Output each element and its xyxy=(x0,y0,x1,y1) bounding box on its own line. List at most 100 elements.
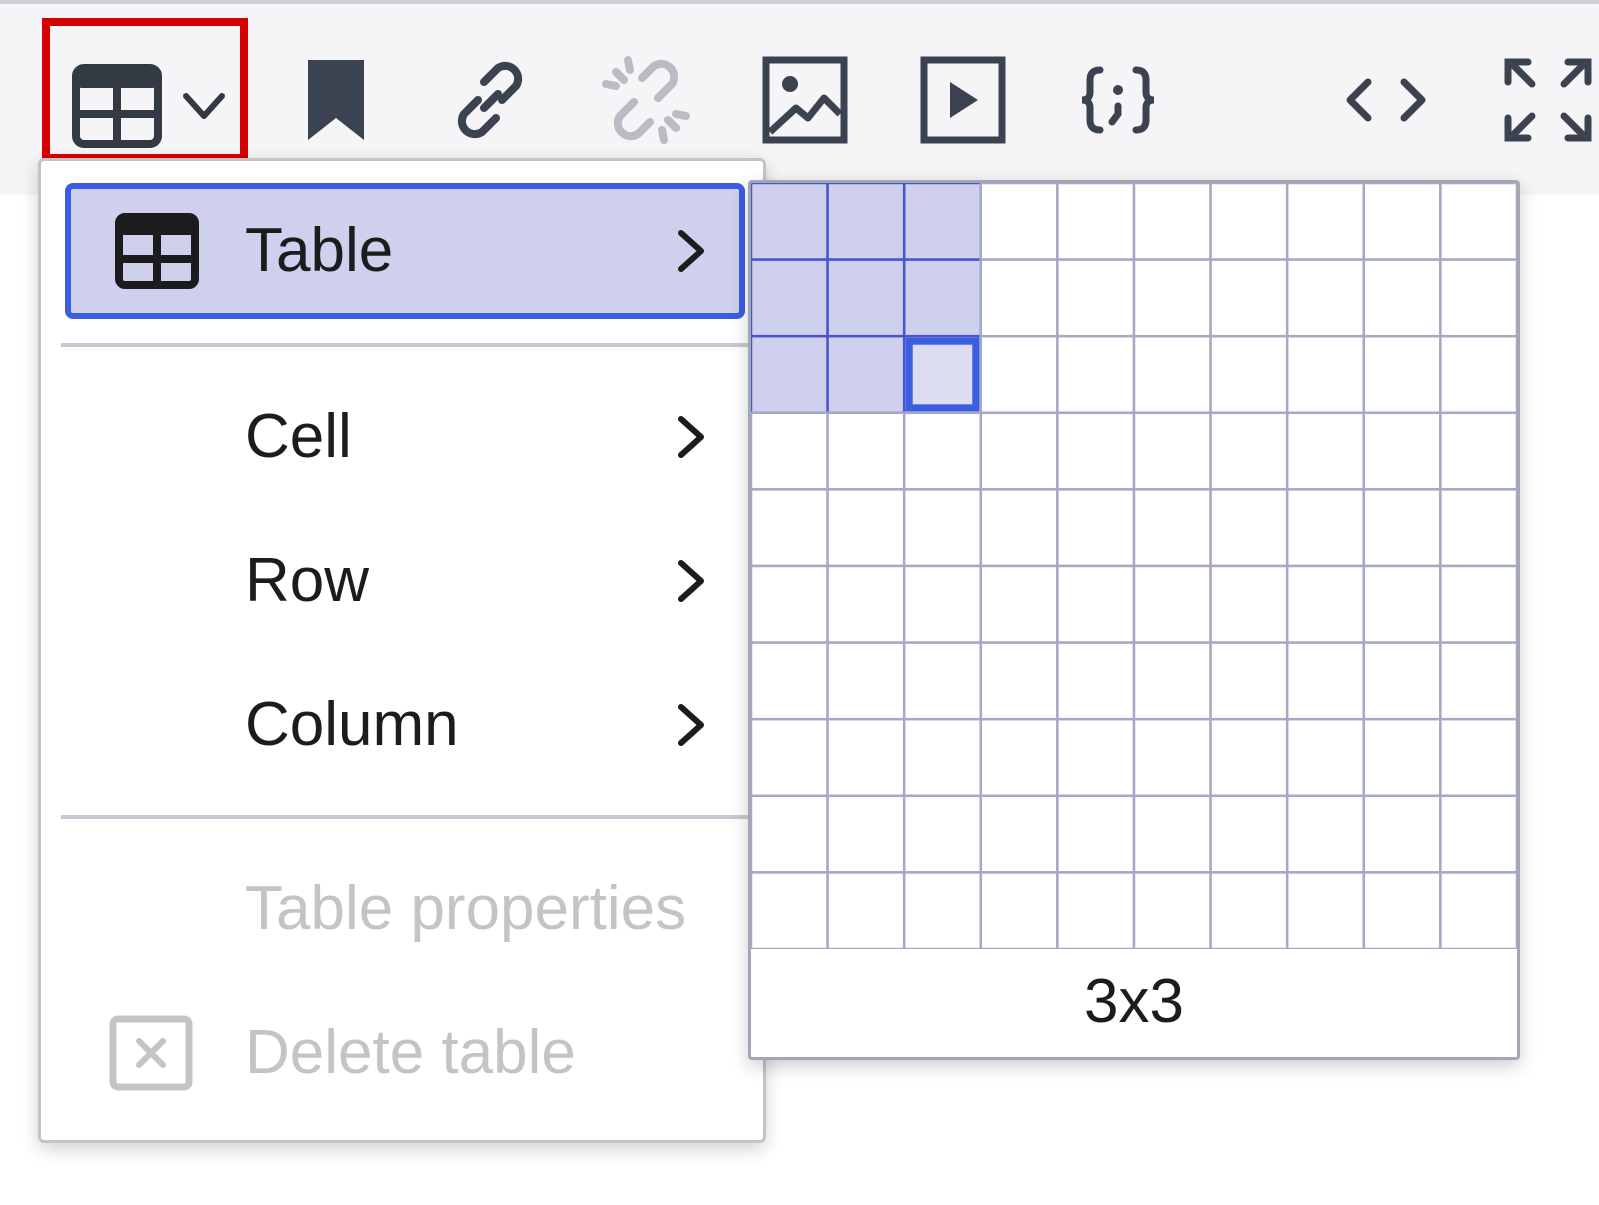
grid-cell[interactable] xyxy=(902,411,983,491)
media-button[interactable] xyxy=(914,52,1010,148)
grid-cell[interactable] xyxy=(979,641,1059,721)
grid-cell[interactable] xyxy=(902,183,983,261)
grid-cell[interactable] xyxy=(1362,334,1442,415)
code-sample-button[interactable] xyxy=(1070,52,1166,148)
grid-cell[interactable] xyxy=(751,411,829,491)
grid-cell[interactable] xyxy=(1209,794,1289,874)
menu-item-delete-table[interactable]: Delete table xyxy=(65,985,745,1121)
grid-cell[interactable] xyxy=(1439,717,1517,798)
grid-cell[interactable] xyxy=(902,641,983,721)
grid-cell[interactable] xyxy=(979,717,1059,798)
grid-cell[interactable] xyxy=(979,183,1059,261)
grid-cell[interactable] xyxy=(751,871,829,949)
grid-cell[interactable] xyxy=(1209,258,1289,338)
grid-cell[interactable] xyxy=(1439,258,1517,338)
grid-cell[interactable] xyxy=(1056,564,1136,644)
table-size-grid[interactable] xyxy=(751,183,1517,949)
grid-cell[interactable] xyxy=(1362,871,1442,949)
grid-cell[interactable] xyxy=(1132,183,1212,261)
grid-cell[interactable] xyxy=(826,334,906,415)
grid-cell[interactable] xyxy=(902,488,983,568)
menu-item-table-properties[interactable]: Table properties xyxy=(65,841,745,977)
grid-cell[interactable] xyxy=(979,794,1059,874)
grid-cell[interactable] xyxy=(751,183,829,261)
grid-cell[interactable] xyxy=(1285,794,1366,874)
grid-cell[interactable] xyxy=(826,717,906,798)
menu-item-row[interactable]: Row xyxy=(65,513,745,649)
grid-cell[interactable] xyxy=(1362,564,1442,644)
grid-cell[interactable] xyxy=(1439,488,1517,568)
grid-cell[interactable] xyxy=(1056,871,1136,949)
grid-cell[interactable] xyxy=(1362,488,1442,568)
bookmark-button[interactable] xyxy=(288,52,384,148)
grid-cell[interactable] xyxy=(1132,794,1212,874)
unlink-button[interactable] xyxy=(598,52,694,148)
grid-cell[interactable] xyxy=(1362,183,1442,261)
grid-cell[interactable] xyxy=(1132,871,1212,949)
grid-cell[interactable] xyxy=(1362,794,1442,874)
grid-cell[interactable] xyxy=(1132,564,1212,644)
grid-cell[interactable] xyxy=(1285,717,1366,798)
grid-cell[interactable] xyxy=(1285,641,1366,721)
grid-cell[interactable] xyxy=(979,258,1059,338)
grid-cell[interactable] xyxy=(1056,334,1136,415)
grid-cell[interactable] xyxy=(826,794,906,874)
grid-cell[interactable] xyxy=(1056,717,1136,798)
menu-item-cell[interactable]: Cell xyxy=(65,369,745,505)
grid-cell[interactable] xyxy=(1209,183,1289,261)
grid-cell-focused[interactable] xyxy=(905,337,980,412)
grid-cell[interactable] xyxy=(1056,258,1136,338)
grid-cell[interactable] xyxy=(1209,641,1289,721)
table-dropdown-button[interactable] xyxy=(42,18,248,162)
grid-cell[interactable] xyxy=(1362,411,1442,491)
grid-cell[interactable] xyxy=(751,488,829,568)
grid-cell[interactable] xyxy=(1209,564,1289,644)
grid-cell[interactable] xyxy=(1209,334,1289,415)
grid-cell[interactable] xyxy=(979,488,1059,568)
link-button[interactable] xyxy=(442,52,538,148)
grid-cell[interactable] xyxy=(1056,794,1136,874)
fullscreen-button[interactable] xyxy=(1500,52,1596,148)
grid-cell[interactable] xyxy=(1285,183,1366,261)
grid-cell[interactable] xyxy=(1056,488,1136,568)
grid-cell[interactable] xyxy=(979,334,1059,415)
grid-cell[interactable] xyxy=(1439,334,1517,415)
grid-cell[interactable] xyxy=(1439,641,1517,721)
grid-cell[interactable] xyxy=(1132,488,1212,568)
grid-cell[interactable] xyxy=(826,564,906,644)
grid-cell[interactable] xyxy=(1056,183,1136,261)
grid-cell[interactable] xyxy=(1209,717,1289,798)
grid-cell[interactable] xyxy=(1285,334,1366,415)
grid-cell[interactable] xyxy=(1056,641,1136,721)
grid-cell[interactable] xyxy=(902,258,983,338)
grid-cell[interactable] xyxy=(1285,411,1366,491)
grid-cell[interactable] xyxy=(1209,871,1289,949)
grid-cell[interactable] xyxy=(826,871,906,949)
grid-cell[interactable] xyxy=(826,411,906,491)
menu-item-column[interactable]: Column xyxy=(65,657,745,793)
grid-cell[interactable] xyxy=(1362,258,1442,338)
grid-cell[interactable] xyxy=(1362,641,1442,721)
grid-cell[interactable] xyxy=(979,871,1059,949)
grid-cell[interactable] xyxy=(1209,411,1289,491)
grid-cell[interactable] xyxy=(1439,183,1517,261)
grid-cell[interactable] xyxy=(1439,564,1517,644)
grid-cell[interactable] xyxy=(1132,258,1212,338)
grid-cell[interactable] xyxy=(1439,794,1517,874)
grid-cell[interactable] xyxy=(826,488,906,568)
image-button[interactable] xyxy=(756,52,852,148)
grid-cell[interactable] xyxy=(902,564,983,644)
grid-cell[interactable] xyxy=(1132,717,1212,798)
grid-cell[interactable] xyxy=(751,794,829,874)
grid-cell[interactable] xyxy=(751,564,829,644)
grid-cell[interactable] xyxy=(826,258,906,338)
grid-cell[interactable] xyxy=(1285,488,1366,568)
grid-cell[interactable] xyxy=(902,717,983,798)
grid-cell[interactable] xyxy=(1209,488,1289,568)
grid-cell[interactable] xyxy=(1439,871,1517,949)
grid-cell[interactable] xyxy=(751,717,829,798)
grid-cell[interactable] xyxy=(979,564,1059,644)
grid-cell[interactable] xyxy=(1285,564,1366,644)
grid-cell[interactable] xyxy=(826,183,906,261)
grid-cell[interactable] xyxy=(1132,411,1212,491)
